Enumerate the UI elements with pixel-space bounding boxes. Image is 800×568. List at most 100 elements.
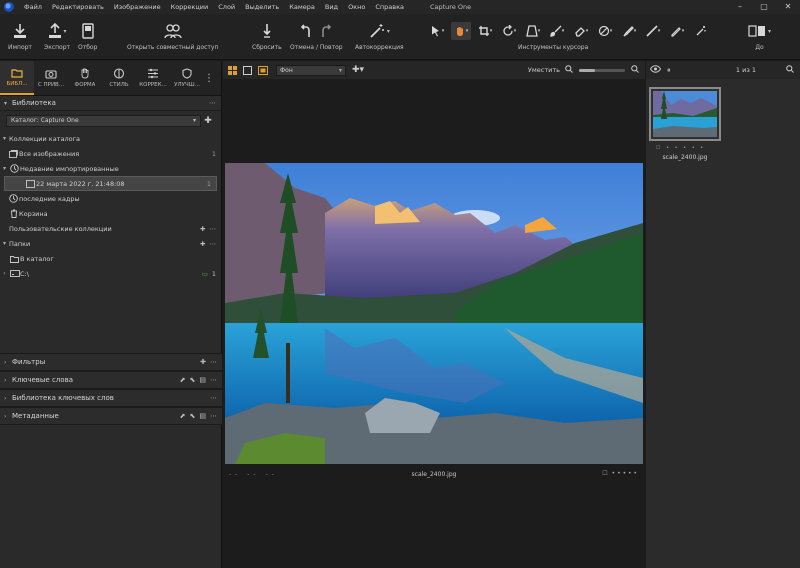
add-catalog-icon[interactable]: ✚	[201, 116, 215, 126]
tree-in-catalog[interactable]: В каталог	[0, 251, 221, 266]
all-images-count: 1	[211, 149, 216, 158]
undo-redo-button[interactable]: Отмена / Повтор	[290, 20, 343, 51]
compare-icon	[748, 25, 765, 37]
thumbnail-rating[interactable]: ☐ • • • • •	[656, 145, 705, 151]
tree-user-collections[interactable]: Пользовательские коллекции ✚ ⋯	[0, 221, 221, 236]
pin-icon[interactable]: ⬈	[180, 376, 186, 384]
chevron-down-icon: ▾	[192, 117, 196, 124]
eye-icon[interactable]	[649, 65, 662, 75]
annotate-tool[interactable]: ▾	[667, 22, 687, 40]
clock-icon	[9, 194, 18, 203]
zoom-in-icon[interactable]	[631, 65, 639, 75]
collapse-arrow-icon: ▾	[2, 240, 6, 247]
more-tabs-icon[interactable]: ⋮	[204, 61, 214, 95]
main-photo[interactable]	[225, 163, 643, 464]
add-collection-icon[interactable]: ✚	[200, 225, 205, 233]
crop-tool[interactable]: ▾	[475, 22, 495, 40]
tab-form[interactable]: ФОРМА	[68, 61, 102, 95]
export-button[interactable]: ▾ Экспорт	[44, 20, 70, 51]
background-select[interactable]: Фон ▾	[276, 64, 346, 76]
auto-tool[interactable]	[691, 22, 711, 40]
close-icon[interactable]: ✕	[776, 0, 800, 14]
keystone-tool[interactable]: ▾	[523, 22, 543, 40]
eyedropper-icon	[623, 26, 634, 37]
autocorrect-button[interactable]: ▾ Автокоррекция	[355, 20, 404, 51]
menu-view[interactable]: Вид	[320, 3, 343, 11]
copy-icon[interactable]: ⬉	[190, 412, 196, 420]
zoom-out-icon[interactable]	[565, 65, 573, 75]
menu-layer[interactable]: Слой	[213, 3, 240, 11]
folder-menu-icon[interactable]: ⋯	[210, 240, 217, 248]
tree-recent-imports[interactable]: ▾ Недавние импортированные	[0, 161, 221, 176]
grid-view-icon[interactable]	[227, 65, 238, 75]
catalog-select[interactable]: Каталог: Capture One ▾	[6, 115, 201, 127]
menu-adjustments[interactable]: Коррекции	[166, 3, 214, 11]
keywords-section-header[interactable]: › Ключевые слова ⬈ ⬉ ▤ ⋯	[0, 371, 222, 389]
filters-section-header[interactable]: › Фильтры ✚ ⋯	[0, 353, 222, 371]
rotate-tool[interactable]: ▾	[499, 22, 519, 40]
pin-icon[interactable]: ⬈	[180, 412, 186, 420]
heal-tool[interactable]: ▾	[643, 22, 663, 40]
list-icon[interactable]: ▤	[199, 412, 206, 420]
photo-controls-right: ☐ • • • • •	[602, 470, 637, 477]
search-icon[interactable]	[786, 65, 794, 75]
list-icon[interactable]: ▤	[199, 376, 206, 384]
tab-adjust[interactable]: КОРРЕК...	[136, 61, 170, 95]
before-after-button[interactable]: ▾ До	[748, 20, 771, 51]
single-view-icon[interactable]	[242, 65, 253, 75]
eraser-tool[interactable]: ▾	[571, 22, 591, 40]
tree-drive[interactable]: › C:\ ▭ 1	[0, 266, 221, 281]
minimize-icon[interactable]: –	[728, 0, 752, 14]
collection-menu-icon[interactable]: ⋯	[210, 225, 217, 233]
tree-recent-captures[interactable]: последние кадры	[0, 191, 221, 206]
zoom-slider[interactable]	[579, 68, 625, 72]
share-button[interactable]: Открыть совместный доступ	[127, 20, 218, 51]
keyword-library-section-header[interactable]: › Библиотека ключевых слов ⋯	[0, 389, 222, 407]
tab-library[interactable]: БИБЛ...	[0, 61, 34, 95]
tab-style[interactable]: СТИЛЬ	[102, 61, 136, 95]
brush-tool[interactable]: ▾	[547, 22, 567, 40]
menu-edit[interactable]: Редактировать	[47, 3, 109, 11]
section-menu-icon[interactable]: ⋯	[210, 412, 217, 420]
menu-camera[interactable]: Камера	[284, 3, 320, 11]
rating-dots-icon[interactable]: • • • • •	[612, 470, 637, 477]
menu-select[interactable]: Выделить	[240, 3, 284, 11]
pan-tool[interactable]: ▾	[451, 22, 471, 40]
section-menu-icon[interactable]: ⋯	[210, 394, 217, 402]
tree-folders[interactable]: ▾ Папки ✚ ⋯	[0, 236, 221, 251]
pointer-tool[interactable]: ▾	[427, 22, 447, 40]
reset-button[interactable]: Сбросить	[252, 20, 282, 51]
tab-capture[interactable]: С ПРИВ...	[34, 61, 68, 95]
tab-enhance[interactable]: УЛУЧШ...	[170, 61, 204, 95]
maximize-icon[interactable]: ▢	[752, 0, 776, 14]
menu-file[interactable]: Файл	[19, 3, 47, 11]
section-menu-icon[interactable]: ⋯	[210, 376, 217, 384]
fit-label[interactable]: Уместить	[528, 66, 560, 74]
add-view-icon[interactable]: ✚▾	[352, 65, 364, 75]
menu-help[interactable]: Справка	[370, 3, 409, 11]
import-count: 1	[206, 179, 211, 188]
menu-image[interactable]: Изображение	[109, 3, 166, 11]
picker-tool[interactable]: ▾	[619, 22, 639, 40]
tab-capture-label: С ПРИВ...	[37, 81, 65, 88]
metadata-section-header[interactable]: › Метаданные ⬈ ⬉ ▤ ⋯	[0, 407, 222, 425]
add-folder-icon[interactable]: ✚	[200, 240, 205, 248]
copy-icon[interactable]: ⬉	[190, 376, 196, 384]
import-button[interactable]: Импорт	[8, 20, 32, 51]
tree-collections-header[interactable]: ▾ Коллекции каталога	[0, 131, 221, 146]
image-viewer[interactable]: -- -- -- scale_2400.jpg ☐ • • • • •	[223, 79, 645, 568]
select-button[interactable]: Отбор	[78, 20, 97, 51]
tree-all-images[interactable]: Все изображения 1	[0, 146, 221, 161]
menu-window[interactable]: Окно	[343, 3, 370, 11]
library-section-header[interactable]: ▾ Библиотека ⋯	[0, 96, 221, 111]
tree-import-entry[interactable]: 22 марта 2022 г. 21:48:08 1	[4, 176, 217, 191]
section-menu-icon[interactable]: ⋯	[209, 99, 216, 107]
thumbnail[interactable]	[649, 87, 721, 141]
section-menu-icon[interactable]: ⋯	[210, 358, 217, 366]
pause-icon[interactable]: ⏸	[667, 66, 671, 75]
filmstrip-view-icon[interactable]	[257, 65, 268, 75]
checkbox-icon[interactable]: ☐	[602, 470, 607, 477]
tree-trash[interactable]: Корзина	[0, 206, 221, 221]
gradient-tool[interactable]: ▾	[595, 22, 615, 40]
add-filter-icon[interactable]: ✚	[200, 358, 206, 366]
